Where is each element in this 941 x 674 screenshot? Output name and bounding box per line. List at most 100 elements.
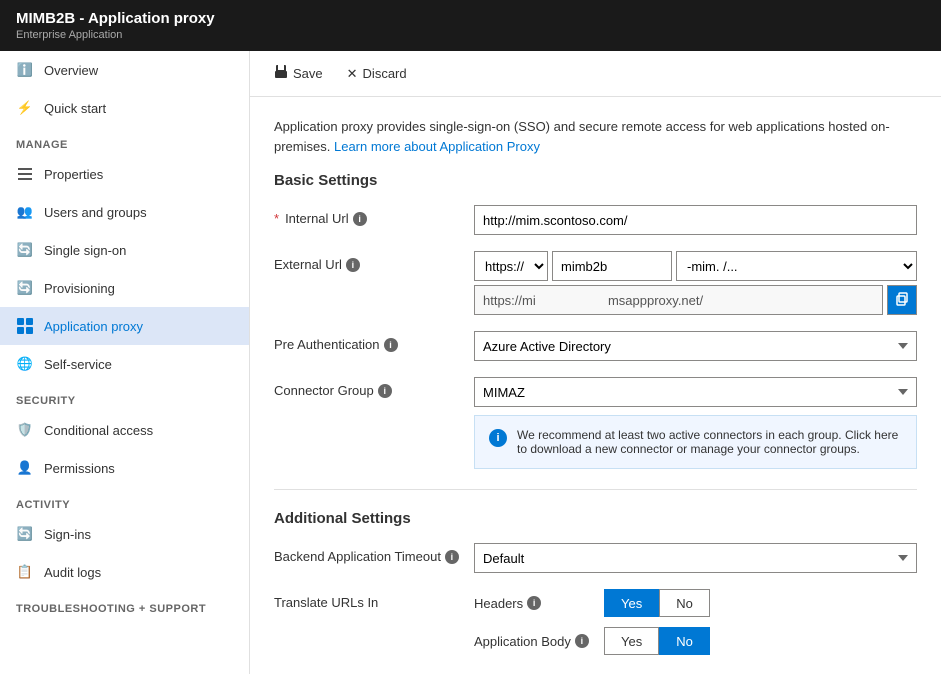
external-url-group: External Url i https:// http:// -mim. /.…: [274, 251, 917, 315]
sidebar-label-app-proxy: Application proxy: [44, 319, 143, 334]
learn-more-link[interactable]: Learn more about Application Proxy: [334, 139, 540, 154]
internal-url-label: * Internal Url i: [274, 205, 474, 226]
headers-row: Headers i Yes No: [474, 589, 917, 617]
backend-timeout-select-wrap: Default Long: [474, 543, 917, 573]
save-label: Save: [293, 66, 323, 81]
internal-url-group: * Internal Url i: [274, 205, 917, 235]
activity-section-header: ACTIVITY: [0, 487, 249, 515]
internal-url-input-wrap: [474, 205, 917, 235]
external-url-input-wrap: https:// http:// -mim. /...: [474, 251, 917, 315]
sidebar-item-self-service[interactable]: 🌐 Self-service: [0, 345, 249, 383]
backend-timeout-select[interactable]: Default Long: [474, 543, 917, 573]
app-header: MIMB2B - Application proxy Enterprise Ap…: [0, 0, 941, 51]
manage-section-header: MANAGE: [0, 127, 249, 155]
conditional-access-icon: 🛡️: [16, 421, 34, 439]
discard-button[interactable]: ✕ Discard: [343, 64, 411, 84]
sidebar-item-sign-ins[interactable]: 🔄 Sign-ins: [0, 515, 249, 553]
app-body-row: Application Body i Yes No: [474, 627, 917, 655]
sidebar-label-users-groups: Users and groups: [44, 205, 147, 220]
translate-urls-label: Translate URLs In: [274, 589, 474, 610]
sidebar-label-quick-start: Quick start: [44, 101, 106, 116]
pre-auth-select[interactable]: Azure Active Directory Passthrough: [474, 331, 917, 361]
headers-no-button[interactable]: No: [659, 589, 710, 617]
save-button[interactable]: Save: [270, 63, 327, 84]
connector-group-form-group: Connector Group i MIMAZ i We recommend a…: [274, 377, 917, 469]
sidebar-item-overview[interactable]: ℹ️ Overview: [0, 51, 249, 89]
headers-info-icon: i: [527, 596, 541, 610]
internal-url-info-icon: i: [353, 212, 367, 226]
app-body-toggle: Yes No: [604, 627, 710, 655]
sidebar-label-conditional-access: Conditional access: [44, 423, 153, 438]
sidebar-label-self-service: Self-service: [44, 357, 112, 372]
sidebar-label-properties: Properties: [44, 167, 103, 182]
connector-info-icon: i: [489, 429, 507, 447]
toolbar: Save ✕ Discard: [250, 51, 941, 97]
sidebar-item-provisioning[interactable]: 🔄 Provisioning: [0, 269, 249, 307]
sidebar-item-users-groups[interactable]: 👥 Users and groups: [0, 193, 249, 231]
backend-timeout-label: Backend Application Timeout i: [274, 543, 474, 564]
sidebar-item-permissions[interactable]: 👤 Permissions: [0, 449, 249, 487]
app-body-no-button[interactable]: No: [659, 627, 710, 655]
content-description: Application proxy provides single-sign-o…: [274, 117, 917, 156]
https-scheme-select[interactable]: https:// http://: [474, 251, 548, 281]
sign-ins-icon: 🔄: [16, 525, 34, 543]
security-section-header: SECURITY: [0, 383, 249, 411]
permissions-icon: 👤: [16, 459, 34, 477]
copy-icon: [895, 292, 909, 309]
sidebar-item-audit-logs[interactable]: 📋 Audit logs: [0, 553, 249, 591]
external-url-info-icon: i: [346, 258, 360, 272]
sidebar-item-conditional-access[interactable]: 🛡️ Conditional access: [0, 411, 249, 449]
subdomain-input[interactable]: [552, 251, 672, 281]
section-divider: [274, 489, 917, 490]
app-body-info-icon: i: [575, 634, 589, 648]
headers-yes-button[interactable]: Yes: [604, 589, 659, 617]
pre-auth-select-wrap: Azure Active Directory Passthrough: [474, 331, 917, 361]
users-groups-icon: 👥: [16, 203, 34, 221]
sidebar-label-sign-ins: Sign-ins: [44, 527, 91, 542]
quick-start-icon: ⚡: [16, 99, 34, 117]
troubleshooting-section-header: TROUBLESHOOTING + SUPPORT: [0, 591, 249, 619]
connector-info-box: i We recommend at least two active conne…: [474, 415, 917, 469]
pre-auth-group: Pre Authentication i Azure Active Direct…: [274, 331, 917, 361]
proxy-url-row: https:// http:// -mim. /...: [474, 251, 917, 281]
content-area: Application proxy provides single-sign-o…: [250, 97, 941, 674]
headers-toggle: Yes No: [604, 589, 710, 617]
properties-icon: [16, 165, 34, 183]
connector-group-select[interactable]: MIMAZ: [474, 377, 917, 407]
overview-icon: ℹ️: [16, 61, 34, 79]
connector-group-select-wrap: MIMAZ i We recommend at least two active…: [474, 377, 917, 469]
domain-select[interactable]: -mim. /...: [676, 251, 917, 281]
audit-logs-icon: 📋: [16, 563, 34, 581]
app-body-yes-button[interactable]: Yes: [604, 627, 659, 655]
sidebar: ℹ️ Overview ⚡ Quick start MANAGE Propert…: [0, 51, 250, 674]
discard-label: Discard: [363, 66, 407, 81]
sidebar-item-app-proxy[interactable]: Application proxy: [0, 307, 249, 345]
external-url-display: [474, 285, 883, 315]
sidebar-label-overview: Overview: [44, 63, 98, 78]
copy-url-button[interactable]: [887, 285, 917, 315]
app-proxy-icon: [16, 317, 34, 335]
sidebar-item-sso[interactable]: 🔄 Single sign-on: [0, 231, 249, 269]
translate-urls-group: Translate URLs In Headers i Yes No: [274, 589, 917, 655]
sidebar-item-quick-start[interactable]: ⚡ Quick start: [0, 89, 249, 127]
sidebar-label-permissions: Permissions: [44, 461, 115, 476]
external-url-label: External Url i: [274, 251, 474, 272]
pre-auth-info-icon: i: [384, 338, 398, 352]
connector-group-info-icon: i: [378, 384, 392, 398]
provisioning-icon: 🔄: [16, 279, 34, 297]
backend-timeout-group: Backend Application Timeout i Default Lo…: [274, 543, 917, 573]
main-content: Save ✕ Discard Application proxy provide…: [250, 51, 941, 674]
discard-icon: ✕: [347, 66, 358, 82]
sidebar-label-sso: Single sign-on: [44, 243, 126, 258]
backend-timeout-info-icon: i: [445, 550, 459, 564]
internal-url-input[interactable]: [474, 205, 917, 235]
basic-settings-title: Basic Settings: [274, 172, 917, 189]
save-icon: [274, 65, 288, 82]
sidebar-item-properties[interactable]: Properties: [0, 155, 249, 193]
headers-label: Headers i: [474, 596, 604, 611]
sso-icon: 🔄: [16, 241, 34, 259]
self-service-icon: 🌐: [16, 355, 34, 373]
connector-info-text: We recommend at least two active connect…: [517, 428, 902, 456]
app-title: MIMB2B - Application proxy: [16, 10, 925, 27]
sidebar-label-provisioning: Provisioning: [44, 281, 115, 296]
